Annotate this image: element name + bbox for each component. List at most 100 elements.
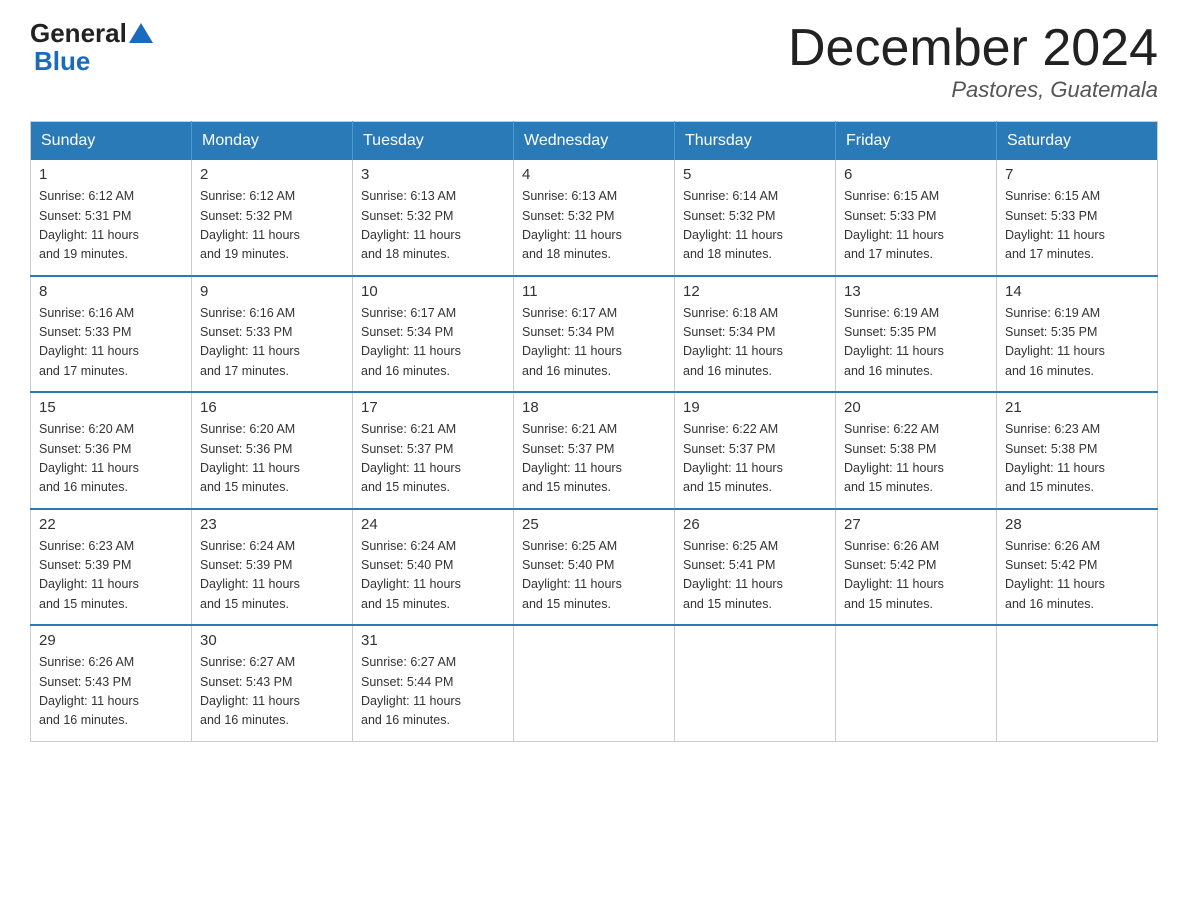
- calendar-cell: [836, 625, 997, 741]
- logo-triangle-icon: [129, 23, 153, 43]
- logo: General Blue: [30, 20, 155, 77]
- day-number: 27: [844, 516, 988, 533]
- logo-general-text: General: [30, 20, 127, 46]
- calendar-cell: 25 Sunrise: 6:25 AM Sunset: 5:40 PM Dayl…: [514, 509, 675, 626]
- calendar-cell: 3 Sunrise: 6:13 AM Sunset: 5:32 PM Dayli…: [353, 160, 514, 276]
- calendar-week-row: 15 Sunrise: 6:20 AM Sunset: 5:36 PM Dayl…: [31, 392, 1158, 509]
- day-info: Sunrise: 6:19 AM Sunset: 5:35 PM Dayligh…: [1005, 304, 1149, 382]
- day-info: Sunrise: 6:25 AM Sunset: 5:41 PM Dayligh…: [683, 537, 827, 615]
- day-info: Sunrise: 6:20 AM Sunset: 5:36 PM Dayligh…: [200, 420, 344, 498]
- calendar-cell: 15 Sunrise: 6:20 AM Sunset: 5:36 PM Dayl…: [31, 392, 192, 509]
- title-section: December 2024 Pastores, Guatemala: [788, 20, 1158, 103]
- calendar-cell: 9 Sunrise: 6:16 AM Sunset: 5:33 PM Dayli…: [192, 276, 353, 393]
- calendar-cell: 24 Sunrise: 6:24 AM Sunset: 5:40 PM Dayl…: [353, 509, 514, 626]
- calendar-cell: 12 Sunrise: 6:18 AM Sunset: 5:34 PM Dayl…: [675, 276, 836, 393]
- day-info: Sunrise: 6:21 AM Sunset: 5:37 PM Dayligh…: [522, 420, 666, 498]
- day-number: 20: [844, 399, 988, 416]
- calendar-cell: 19 Sunrise: 6:22 AM Sunset: 5:37 PM Dayl…: [675, 392, 836, 509]
- calendar-week-row: 1 Sunrise: 6:12 AM Sunset: 5:31 PM Dayli…: [31, 160, 1158, 276]
- calendar-cell: 30 Sunrise: 6:27 AM Sunset: 5:43 PM Dayl…: [192, 625, 353, 741]
- day-info: Sunrise: 6:26 AM Sunset: 5:43 PM Dayligh…: [39, 653, 183, 731]
- day-info: Sunrise: 6:20 AM Sunset: 5:36 PM Dayligh…: [39, 420, 183, 498]
- day-number: 1: [39, 166, 183, 183]
- day-number: 2: [200, 166, 344, 183]
- day-number: 10: [361, 283, 505, 300]
- calendar-cell: 6 Sunrise: 6:15 AM Sunset: 5:33 PM Dayli…: [836, 160, 997, 276]
- day-number: 7: [1005, 166, 1149, 183]
- calendar-cell: 2 Sunrise: 6:12 AM Sunset: 5:32 PM Dayli…: [192, 160, 353, 276]
- calendar-cell: 4 Sunrise: 6:13 AM Sunset: 5:32 PM Dayli…: [514, 160, 675, 276]
- calendar-cell: 1 Sunrise: 6:12 AM Sunset: 5:31 PM Dayli…: [31, 160, 192, 276]
- calendar-cell: 17 Sunrise: 6:21 AM Sunset: 5:37 PM Dayl…: [353, 392, 514, 509]
- day-number: 31: [361, 632, 505, 649]
- day-number: 30: [200, 632, 344, 649]
- day-info: Sunrise: 6:24 AM Sunset: 5:40 PM Dayligh…: [361, 537, 505, 615]
- location-text: Pastores, Guatemala: [788, 77, 1158, 103]
- calendar-cell: 29 Sunrise: 6:26 AM Sunset: 5:43 PM Dayl…: [31, 625, 192, 741]
- calendar-cell: 13 Sunrise: 6:19 AM Sunset: 5:35 PM Dayl…: [836, 276, 997, 393]
- day-info: Sunrise: 6:12 AM Sunset: 5:31 PM Dayligh…: [39, 187, 183, 265]
- day-info: Sunrise: 6:27 AM Sunset: 5:43 PM Dayligh…: [200, 653, 344, 731]
- day-info: Sunrise: 6:17 AM Sunset: 5:34 PM Dayligh…: [522, 304, 666, 382]
- day-number: 5: [683, 166, 827, 183]
- calendar-week-row: 22 Sunrise: 6:23 AM Sunset: 5:39 PM Dayl…: [31, 509, 1158, 626]
- calendar-cell: 21 Sunrise: 6:23 AM Sunset: 5:38 PM Dayl…: [997, 392, 1158, 509]
- day-info: Sunrise: 6:25 AM Sunset: 5:40 PM Dayligh…: [522, 537, 666, 615]
- logo-blue-text: Blue: [34, 46, 90, 76]
- weekday-header-wednesday: Wednesday: [514, 122, 675, 161]
- day-number: 15: [39, 399, 183, 416]
- calendar-cell: 27 Sunrise: 6:26 AM Sunset: 5:42 PM Dayl…: [836, 509, 997, 626]
- day-info: Sunrise: 6:21 AM Sunset: 5:37 PM Dayligh…: [361, 420, 505, 498]
- day-number: 18: [522, 399, 666, 416]
- calendar-cell: 11 Sunrise: 6:17 AM Sunset: 5:34 PM Dayl…: [514, 276, 675, 393]
- weekday-header-monday: Monday: [192, 122, 353, 161]
- day-number: 14: [1005, 283, 1149, 300]
- day-info: Sunrise: 6:18 AM Sunset: 5:34 PM Dayligh…: [683, 304, 827, 382]
- day-info: Sunrise: 6:15 AM Sunset: 5:33 PM Dayligh…: [844, 187, 988, 265]
- weekday-header-sunday: Sunday: [31, 122, 192, 161]
- calendar-cell: [997, 625, 1158, 741]
- day-info: Sunrise: 6:16 AM Sunset: 5:33 PM Dayligh…: [39, 304, 183, 382]
- day-info: Sunrise: 6:15 AM Sunset: 5:33 PM Dayligh…: [1005, 187, 1149, 265]
- day-number: 29: [39, 632, 183, 649]
- day-info: Sunrise: 6:19 AM Sunset: 5:35 PM Dayligh…: [844, 304, 988, 382]
- calendar-cell: 14 Sunrise: 6:19 AM Sunset: 5:35 PM Dayl…: [997, 276, 1158, 393]
- day-info: Sunrise: 6:27 AM Sunset: 5:44 PM Dayligh…: [361, 653, 505, 731]
- day-number: 25: [522, 516, 666, 533]
- day-info: Sunrise: 6:14 AM Sunset: 5:32 PM Dayligh…: [683, 187, 827, 265]
- day-number: 9: [200, 283, 344, 300]
- day-info: Sunrise: 6:24 AM Sunset: 5:39 PM Dayligh…: [200, 537, 344, 615]
- day-number: 21: [1005, 399, 1149, 416]
- calendar-cell: 20 Sunrise: 6:22 AM Sunset: 5:38 PM Dayl…: [836, 392, 997, 509]
- day-info: Sunrise: 6:12 AM Sunset: 5:32 PM Dayligh…: [200, 187, 344, 265]
- calendar-week-row: 8 Sunrise: 6:16 AM Sunset: 5:33 PM Dayli…: [31, 276, 1158, 393]
- day-info: Sunrise: 6:26 AM Sunset: 5:42 PM Dayligh…: [1005, 537, 1149, 615]
- day-info: Sunrise: 6:23 AM Sunset: 5:38 PM Dayligh…: [1005, 420, 1149, 498]
- page-header: General Blue December 2024 Pastores, Gua…: [30, 20, 1158, 103]
- day-number: 26: [683, 516, 827, 533]
- day-number: 11: [522, 283, 666, 300]
- day-number: 3: [361, 166, 505, 183]
- month-title: December 2024: [788, 20, 1158, 77]
- calendar-cell: [514, 625, 675, 741]
- calendar-cell: 16 Sunrise: 6:20 AM Sunset: 5:36 PM Dayl…: [192, 392, 353, 509]
- day-info: Sunrise: 6:17 AM Sunset: 5:34 PM Dayligh…: [361, 304, 505, 382]
- day-number: 28: [1005, 516, 1149, 533]
- calendar-cell: 23 Sunrise: 6:24 AM Sunset: 5:39 PM Dayl…: [192, 509, 353, 626]
- calendar-cell: 31 Sunrise: 6:27 AM Sunset: 5:44 PM Dayl…: [353, 625, 514, 741]
- day-number: 17: [361, 399, 505, 416]
- day-info: Sunrise: 6:16 AM Sunset: 5:33 PM Dayligh…: [200, 304, 344, 382]
- weekday-header-thursday: Thursday: [675, 122, 836, 161]
- day-number: 22: [39, 516, 183, 533]
- day-info: Sunrise: 6:22 AM Sunset: 5:38 PM Dayligh…: [844, 420, 988, 498]
- calendar-cell: 7 Sunrise: 6:15 AM Sunset: 5:33 PM Dayli…: [997, 160, 1158, 276]
- calendar-cell: 8 Sunrise: 6:16 AM Sunset: 5:33 PM Dayli…: [31, 276, 192, 393]
- day-info: Sunrise: 6:13 AM Sunset: 5:32 PM Dayligh…: [522, 187, 666, 265]
- calendar-cell: [675, 625, 836, 741]
- day-number: 24: [361, 516, 505, 533]
- calendar-cell: 22 Sunrise: 6:23 AM Sunset: 5:39 PM Dayl…: [31, 509, 192, 626]
- day-info: Sunrise: 6:22 AM Sunset: 5:37 PM Dayligh…: [683, 420, 827, 498]
- weekday-header-saturday: Saturday: [997, 122, 1158, 161]
- calendar-cell: 26 Sunrise: 6:25 AM Sunset: 5:41 PM Dayl…: [675, 509, 836, 626]
- day-number: 16: [200, 399, 344, 416]
